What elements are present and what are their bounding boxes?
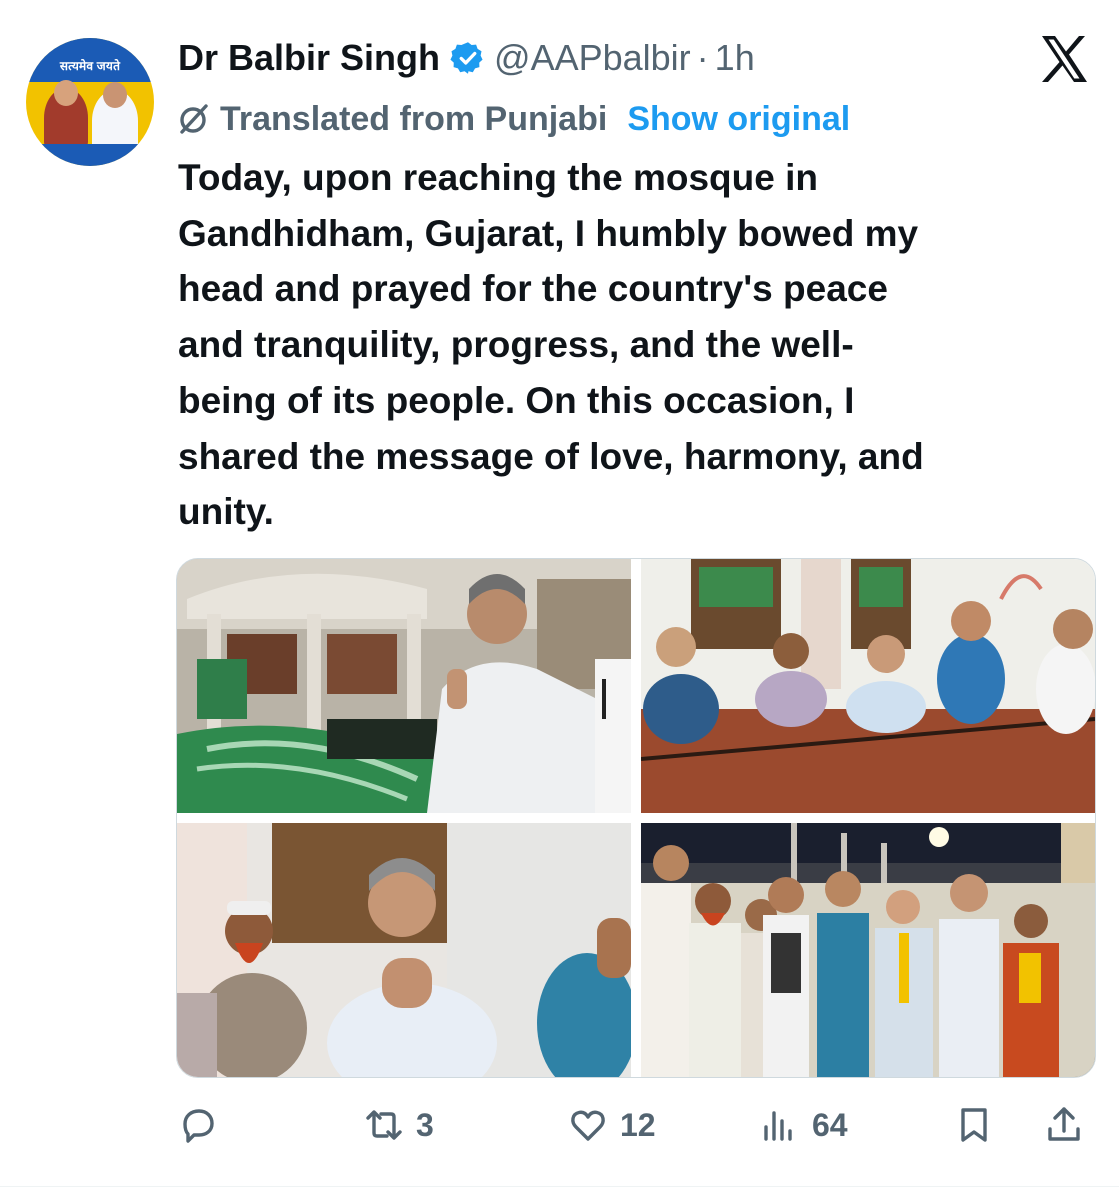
media-grid	[176, 558, 1096, 1078]
views-icon	[764, 1111, 792, 1141]
avatar-person-left	[44, 80, 88, 148]
like-button[interactable]: 12	[568, 1100, 656, 1150]
bottom-divider	[0, 1186, 1119, 1187]
share-icon	[1048, 1107, 1080, 1141]
separator-dot: ·	[696, 37, 709, 78]
retweet-button[interactable]: 3	[364, 1100, 434, 1150]
avatar-motto: सत्यमेव जयते	[59, 59, 121, 73]
retweet-count: 3	[416, 1106, 434, 1143]
handle[interactable]: @AAPbalbir	[494, 36, 691, 80]
avatar-footer-band	[26, 144, 154, 166]
tweet-text: Today, upon reaching the mosque in Gandh…	[178, 150, 1078, 540]
media-photo-group-seated[interactable]	[641, 559, 1095, 813]
bookmark-button[interactable]	[954, 1100, 994, 1150]
show-original-link[interactable]: Show original	[627, 98, 850, 140]
reply-icon	[183, 1109, 214, 1143]
retweet-icon	[366, 1110, 402, 1140]
media-photo-group-standing[interactable]	[641, 823, 1095, 1077]
verified-badge-icon	[450, 42, 483, 74]
translate-icon	[180, 104, 208, 134]
tweet-card: सत्यमेव जयते Dr Balbir Singh @AAPbalbir …	[0, 0, 1119, 1200]
tweet-text-line: Today, upon reaching the mosque in	[178, 157, 819, 198]
tweet-text-line: being of its people. On this occasion, I	[178, 379, 855, 421]
translation-row: Translated from Punjabi Show original	[176, 98, 850, 140]
media-photo-men-praying[interactable]	[177, 823, 631, 1077]
x-logo-icon[interactable]	[1040, 34, 1088, 84]
avatar-person-right	[92, 82, 138, 152]
share-button[interactable]	[1044, 1100, 1084, 1150]
tweet-text-line: and tranquility, progress, and the well-	[178, 324, 854, 366]
tweet-text-line: Gandhidham, Gujarat, I humbly bowed my	[178, 212, 919, 254]
tweet-header: Dr Balbir Singh @AAPbalbir · 1h	[178, 36, 755, 80]
avatar-banner: सत्यमेव जयते	[26, 38, 154, 82]
media-photo-shrine-prayer[interactable]	[177, 559, 631, 813]
like-count: 12	[620, 1106, 656, 1143]
tweet-text-line: head and prayed for the country's peace	[178, 268, 888, 310]
view-count: 64	[812, 1106, 848, 1143]
bookmark-icon	[961, 1108, 987, 1142]
views-button[interactable]: 64	[760, 1100, 848, 1150]
translation-label: Translated from Punjabi	[220, 100, 608, 138]
heart-icon	[571, 1110, 605, 1141]
display-name[interactable]: Dr Balbir Singh	[178, 36, 440, 80]
timestamp[interactable]: 1h	[715, 36, 755, 80]
reply-button[interactable]	[178, 1100, 230, 1150]
avatar[interactable]: सत्यमेव जयते	[26, 38, 154, 166]
tweet-text-line: unity.	[178, 491, 274, 533]
tweet-text-line: shared the message of love, harmony, and	[178, 435, 924, 477]
action-bar: 3 12 64	[178, 1100, 1090, 1150]
